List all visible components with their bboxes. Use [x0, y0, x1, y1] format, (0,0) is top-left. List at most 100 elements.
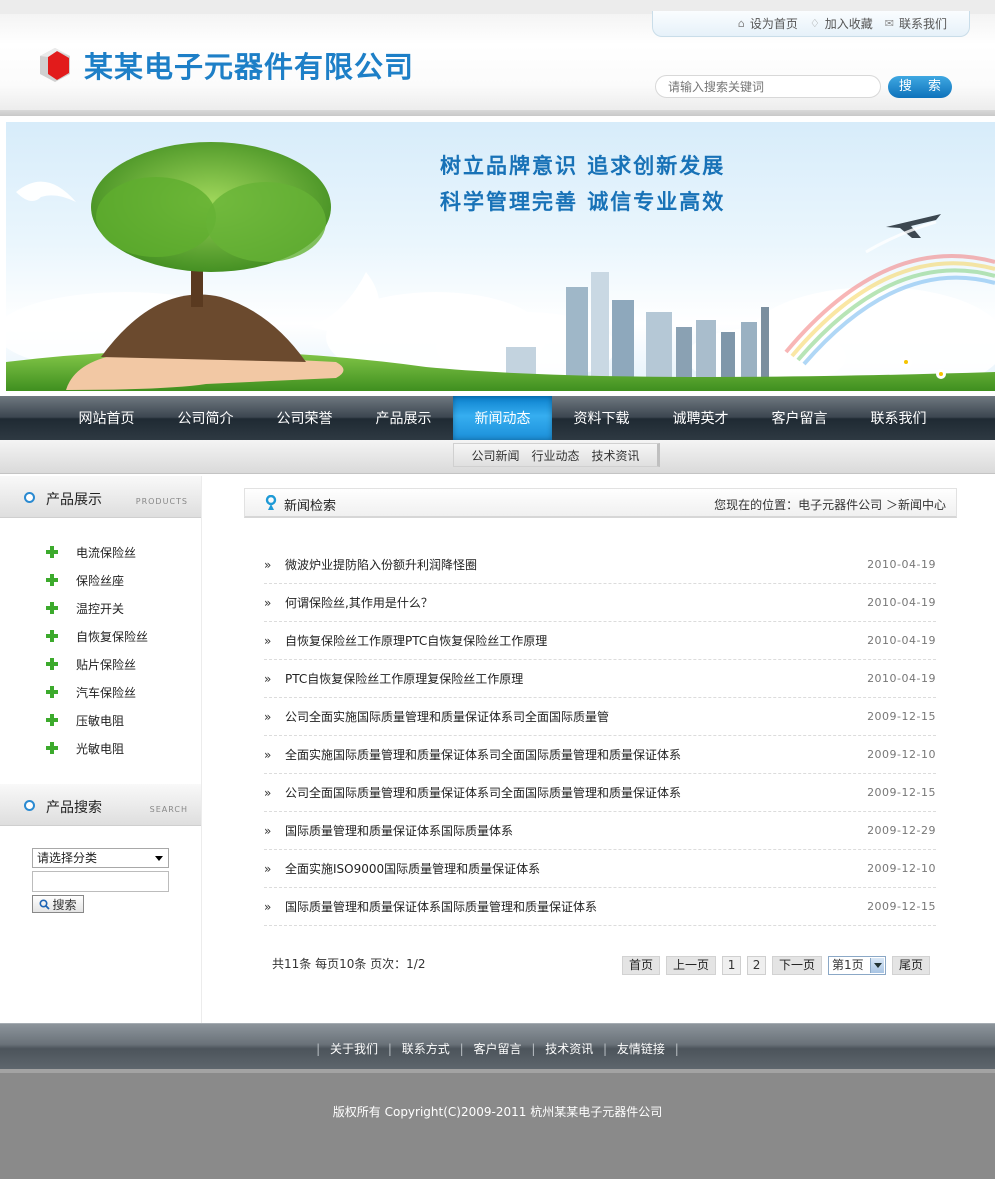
copyright: 版权所有 Copyright(C)2009-2011 杭州某某电子元器件公司: [332, 1105, 663, 1119]
divider: |: [603, 1042, 608, 1056]
double-chevron-icon: »: [264, 671, 271, 686]
set-homepage-label: 设为首页: [749, 17, 798, 31]
product-label: 光敏电阻: [76, 741, 125, 756]
double-chevron-icon: »: [264, 709, 271, 724]
site-search-button[interactable]: 搜 索: [888, 76, 952, 98]
product-item[interactable]: 贴片保险丝: [0, 650, 201, 678]
footer-link-contact[interactable]: 联系方式: [402, 1042, 450, 1056]
prev-page-button[interactable]: 上一页: [666, 956, 717, 975]
product-search-title-en: SEARCH: [149, 805, 188, 814]
footer-link-about[interactable]: 关于我们: [330, 1042, 378, 1056]
product-keyword-input[interactable]: [32, 871, 169, 892]
contact-icon: ✉: [884, 17, 894, 30]
product-search-button-label: 搜索: [52, 897, 77, 912]
page-number-1[interactable]: 1: [722, 956, 742, 975]
pagination: 首页 上一页 1 2 下一页 第1页 尾页: [622, 956, 931, 975]
breadcrumb: 您现在的位置：电子元器件公司 ＞新闻中心: [714, 498, 946, 512]
double-chevron-icon: »: [264, 823, 271, 838]
nav-item-careers[interactable]: 诚聘英才: [651, 396, 750, 440]
news-title: 公司全面实施国际质量管理和质量保证体系司全面国际质量管: [285, 710, 610, 724]
product-item[interactable]: 自恢复保险丝: [0, 622, 201, 650]
news-title: 何谓保险丝,其作用是什么？: [285, 596, 433, 610]
product-item[interactable]: 温控开关: [0, 594, 201, 622]
nav-item-contact[interactable]: 联系我们: [849, 396, 948, 440]
divider: |: [387, 1042, 392, 1056]
news-item[interactable]: » 国际质量管理和质量保证体系国际质量管理和质量保证体系 2009-12-15: [264, 888, 936, 926]
divider: |: [531, 1042, 536, 1056]
subnav-tech-news[interactable]: 技术资讯: [592, 447, 640, 464]
footer-links: | 关于我们 | 联系方式 | 客户留言 | 技术资讯 | 友情链接 |: [0, 1040, 995, 1057]
nav-item-honors[interactable]: 公司荣誉: [255, 396, 354, 440]
footer-link-friends[interactable]: 友情链接: [617, 1042, 665, 1056]
news-item[interactable]: » 微波炉业提防陷入份额升利润降怪圈 2010-04-19: [264, 546, 936, 584]
news-item[interactable]: » 公司全面国际质量管理和质量保证体系司全面国际质量管理和质量保证体系 2009-1…: [264, 774, 936, 812]
product-search-title: 产品搜索: [46, 800, 102, 816]
first-page-button[interactable]: 首页: [622, 956, 661, 975]
product-item[interactable]: 电流保险丝: [0, 538, 201, 566]
news-item[interactable]: » 自恢复保险丝工作原理PTC自恢复保险丝工作原理 2010-04-19: [264, 622, 936, 660]
nav-item-products[interactable]: 产品展示: [354, 396, 453, 440]
nav-item-downloads[interactable]: 资料下载: [552, 396, 651, 440]
page-jump-value: 第1页: [832, 958, 864, 972]
product-search-button[interactable]: 搜索: [32, 895, 84, 913]
news-date: 2010-04-19: [867, 634, 936, 647]
site-search-input[interactable]: [655, 75, 881, 98]
top-links: ⌂ 设为首页 ♢ 加入收藏 ✉ 联系我们: [652, 11, 970, 37]
plus-icon: [46, 546, 58, 558]
news-title: 国际质量管理和质量保证体系国际质量管理和质量保证体系: [285, 900, 598, 914]
product-list: 电流保险丝 保险丝座 温控开关 自恢复保险丝 贴片保险丝 汽车保险丝 压敏电阻 …: [0, 518, 201, 762]
news-title: 全面实施ISO9000国际质量管理和质量保证体系: [285, 862, 541, 876]
category-select-value: 请选择分类: [37, 851, 98, 865]
product-label: 汽车保险丝: [76, 685, 137, 700]
nav-item-home[interactable]: 网站首页: [57, 396, 156, 440]
products-title-en: PRODUCTS: [135, 497, 188, 506]
plus-icon: [46, 742, 58, 754]
logo[interactable]: 某某电子元器件有限公司: [36, 44, 414, 86]
dropdown-arrow-icon: [155, 856, 163, 861]
news-date: 2010-04-19: [867, 558, 936, 571]
product-label: 自恢复保险丝: [76, 629, 149, 644]
news-item[interactable]: » 何谓保险丝,其作用是什么？ 2010-04-19: [264, 584, 936, 622]
product-item[interactable]: 保险丝座: [0, 566, 201, 594]
news-item[interactable]: » 国际质量管理和质量保证体系国际质量体系 2009-12-29: [264, 812, 936, 850]
next-page-button[interactable]: 下一页: [772, 956, 823, 975]
footer-link-messages[interactable]: 客户留言: [473, 1042, 521, 1056]
sidebar: 产品展示 PRODUCTS 电流保险丝 保险丝座 温控开关 自恢复保险丝 贴片保…: [0, 476, 202, 1023]
hero-banner: 树立品牌意识 追求创新发展 科学管理完善 诚信专业高效: [6, 122, 995, 391]
category-select[interactable]: 请选择分类: [32, 848, 169, 868]
product-item[interactable]: 光敏电阻: [0, 734, 201, 762]
footer-link-tech[interactable]: 技术资讯: [545, 1042, 593, 1056]
nav-item-messages[interactable]: 客户留言: [750, 396, 849, 440]
page-number-2[interactable]: 2: [747, 956, 767, 975]
news-item[interactable]: » 全面实施国际质量管理和质量保证体系司全面国际质量管理和质量保证体系 2009-1…: [264, 736, 936, 774]
nav-item-about[interactable]: 公司简介: [156, 396, 255, 440]
set-homepage-link[interactable]: ⌂ 设为首页: [738, 15, 798, 32]
product-item[interactable]: 压敏电阻: [0, 706, 201, 734]
news-subnav: 公司新闻 行业动态 技术资讯: [453, 443, 660, 467]
subnav-company-news[interactable]: 公司新闻: [471, 447, 519, 464]
news-item[interactable]: » 公司全面实施国际质量管理和质量保证体系司全面国际质量管 2009-12-15: [264, 698, 936, 736]
divider: |: [316, 1042, 321, 1056]
double-chevron-icon: »: [264, 747, 271, 762]
add-favorite-link[interactable]: ♢ 加入收藏: [810, 15, 873, 32]
site-footer: [0, 1069, 995, 1179]
plus-icon: [46, 714, 58, 726]
news-date: 2010-04-19: [867, 596, 936, 609]
plus-icon: [46, 686, 58, 698]
last-page-button[interactable]: 尾页: [892, 956, 931, 975]
nav-item-news[interactable]: 新闻动态: [453, 396, 552, 440]
double-chevron-icon: »: [264, 595, 271, 610]
double-chevron-icon: »: [264, 633, 271, 648]
news-title: 自恢复保险丝工作原理PTC自恢复保险丝工作原理: [285, 634, 548, 648]
product-label: 贴片保险丝: [76, 657, 137, 672]
bullet-circle-icon: [24, 492, 35, 503]
product-item[interactable]: 汽车保险丝: [0, 678, 201, 706]
page-jump-select[interactable]: 第1页: [828, 956, 887, 975]
double-chevron-icon: »: [264, 861, 271, 876]
subnav-industry-news[interactable]: 行业动态: [531, 447, 579, 464]
contact-us-link[interactable]: ✉ 联系我们: [885, 15, 947, 32]
news-date: 2010-04-19: [867, 672, 936, 685]
news-item[interactable]: » PTC自恢复保险丝工作原理复保险丝工作原理 2010-04-19: [264, 660, 936, 698]
location-pin-icon: [265, 495, 277, 510]
news-item[interactable]: » 全面实施ISO9000国际质量管理和质量保证体系 2009-12-10: [264, 850, 936, 888]
